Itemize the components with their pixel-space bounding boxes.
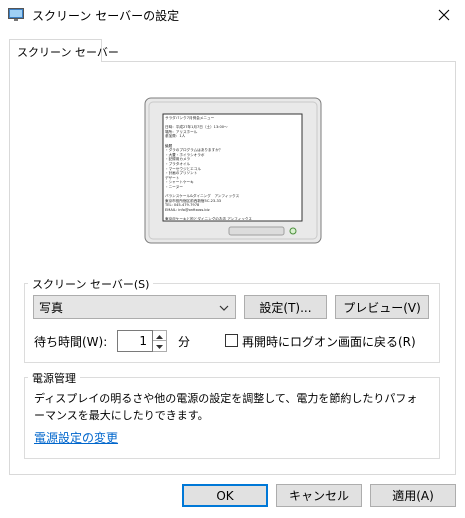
cancel-button[interactable]: キャンセル xyxy=(276,484,362,507)
wait-time-label: 待ち時間(W): xyxy=(34,335,108,349)
preview-line: 東京＠ケーキと松とダイニングのお店 アンフィックス xyxy=(165,217,252,220)
power-group-label: 電源管理 xyxy=(28,370,80,386)
power-settings-link[interactable]: 電源設定の変更 xyxy=(34,429,118,446)
screensaver-group-label: スクリーン セーバー(S) xyxy=(28,276,154,292)
resume-checkbox[interactable] xyxy=(225,334,238,347)
tab-screensaver[interactable]: スクリーン セーバー xyxy=(9,39,119,62)
screensaver-select[interactable]: 写真 xyxy=(33,295,236,319)
apply-button[interactable]: 適用(A) xyxy=(370,484,456,507)
arrow-down-icon xyxy=(156,345,163,349)
close-button[interactable] xyxy=(423,0,465,30)
display-icon xyxy=(8,8,24,22)
wait-time-input[interactable]: 1 xyxy=(117,330,153,352)
spin-down-button[interactable] xyxy=(153,341,167,352)
close-icon xyxy=(438,9,450,21)
settings-button[interactable]: 設定(T)... xyxy=(244,295,327,319)
preview-button[interactable]: プレビュー(V) xyxy=(335,295,429,319)
resume-label[interactable]: 再開時にログオン画面に戻る(R) xyxy=(242,333,416,350)
ok-button[interactable]: OK xyxy=(182,484,268,507)
chevron-down-icon xyxy=(218,302,230,312)
window-title: スクリーン セーバーの設定 xyxy=(32,9,180,23)
screensaver-select-value: 写真 xyxy=(39,301,64,315)
preview-screen-content: サラダバンク7月例会メニュー 日時：平成27年1月7日（土）13:00〜 場所：ア… xyxy=(165,116,300,220)
wait-time-unit: 分 xyxy=(178,335,191,349)
spin-up-button[interactable] xyxy=(153,330,167,341)
power-description: ディスプレイの明るさや他の電源の設定を調整して、電力を節約したりパフォーマンスを… xyxy=(34,392,418,422)
